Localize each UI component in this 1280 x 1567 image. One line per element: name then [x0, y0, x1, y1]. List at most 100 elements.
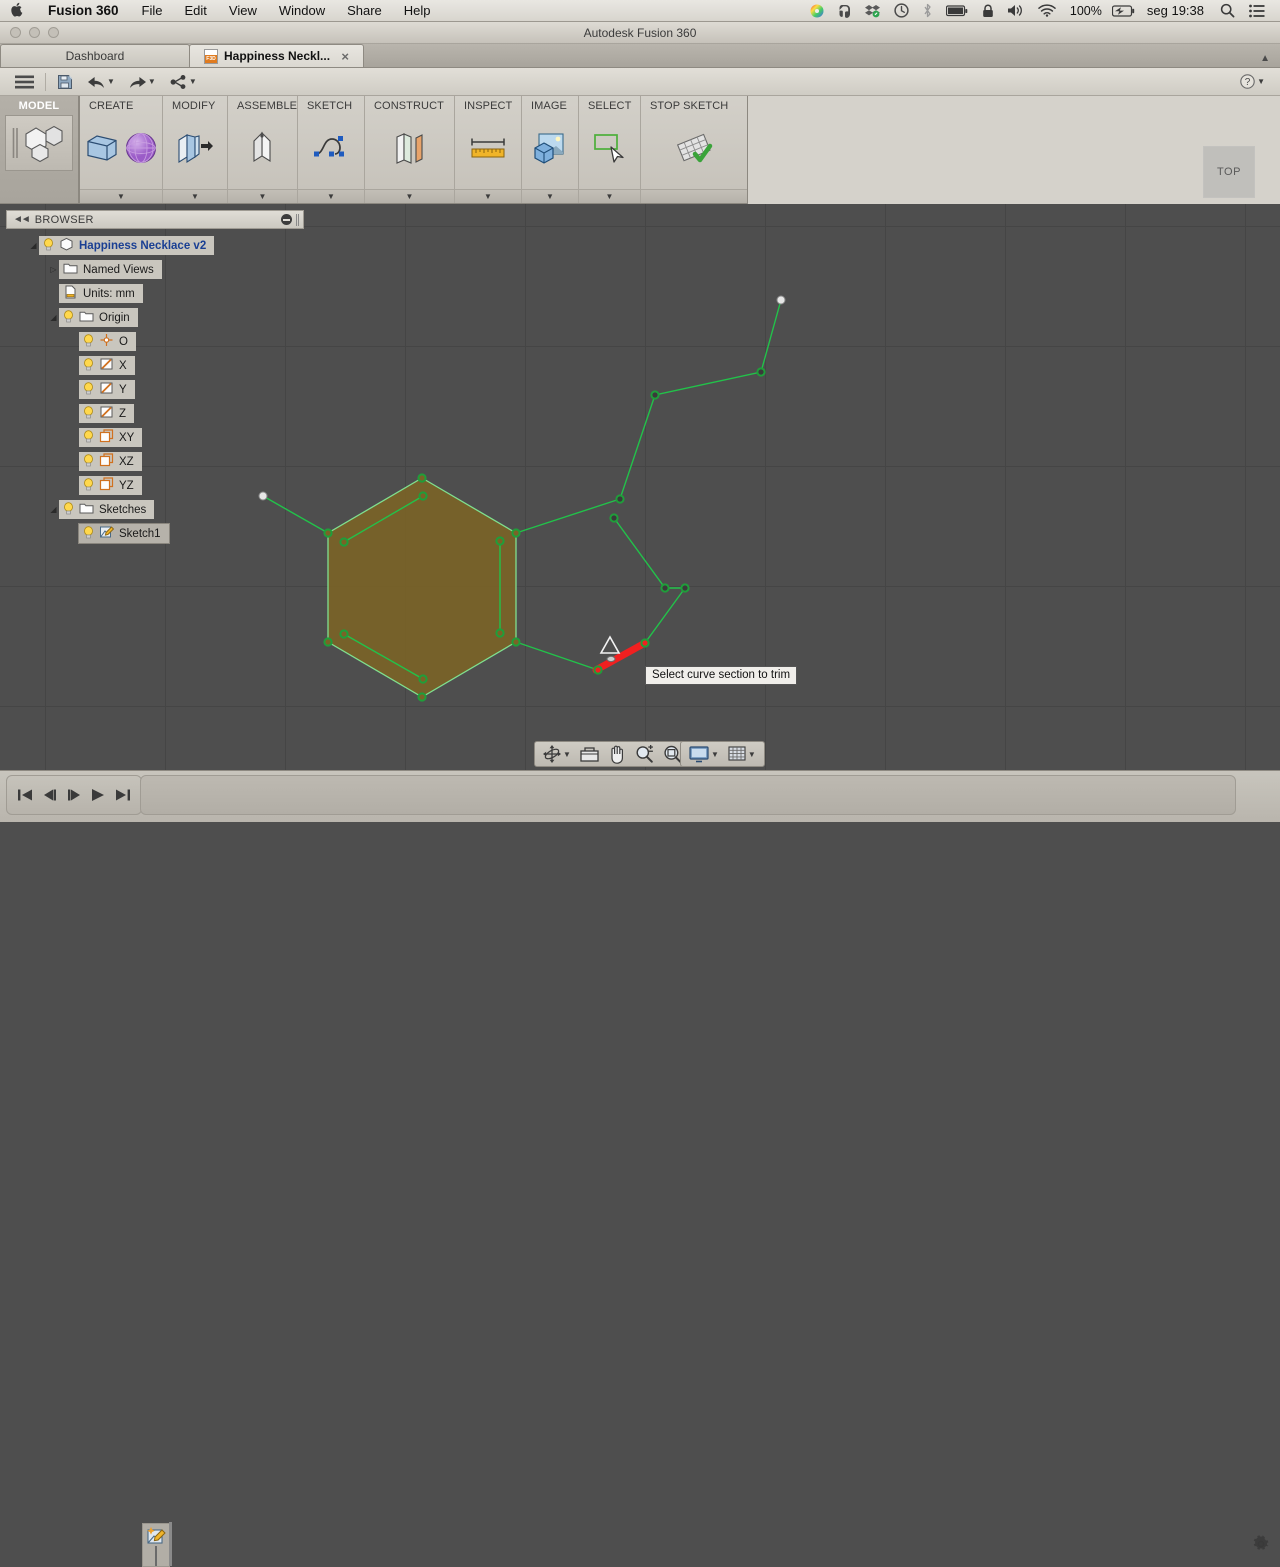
- visibility-toggle[interactable]: [43, 237, 54, 254]
- orbit-icon[interactable]: ▼: [539, 742, 575, 766]
- chevron-down-icon[interactable]: ▼: [563, 750, 571, 759]
- sidebar-item-sketches[interactable]: Sketches: [59, 500, 155, 519]
- chevron-down-icon[interactable]: ▼: [107, 77, 115, 86]
- measure-ruler-icon[interactable]: [470, 135, 506, 166]
- close-button[interactable]: [10, 27, 21, 38]
- spotlight-search-icon[interactable]: [1213, 3, 1242, 18]
- sidebar-item-xz[interactable]: XZ: [79, 452, 142, 471]
- tree-expand-twisty-icon[interactable]: ▷: [48, 265, 59, 274]
- visibility-toggle[interactable]: [83, 477, 94, 494]
- share-nodes-icon[interactable]: ▼: [163, 69, 204, 95]
- sidebar-item-units-mm[interactable]: Units: mm: [59, 284, 143, 303]
- viewcube[interactable]: TOP: [1203, 146, 1255, 198]
- timemachine-icon[interactable]: [887, 3, 916, 18]
- chevron-down-icon[interactable]: ▼: [189, 77, 197, 86]
- sidebar-item-xy[interactable]: XY: [79, 428, 143, 447]
- sphere-icon[interactable]: [125, 132, 157, 169]
- battery-icon[interactable]: [939, 4, 975, 17]
- visibility-toggle[interactable]: [83, 405, 94, 422]
- panel-dropdown-sketch[interactable]: ▼: [298, 189, 364, 203]
- model-workspace-button[interactable]: [5, 115, 73, 171]
- spline-icon[interactable]: [314, 134, 348, 167]
- tab-happiness-necklace[interactable]: Happiness Neckl... ×: [189, 44, 364, 67]
- battery-charging-icon[interactable]: [1105, 4, 1143, 17]
- panel-dropdown-assemble[interactable]: ▼: [228, 189, 297, 203]
- menu-view[interactable]: View: [218, 3, 268, 18]
- box-icon[interactable]: [85, 131, 119, 170]
- close-icon[interactable]: ×: [337, 49, 349, 64]
- window-controls[interactable]: [0, 27, 59, 38]
- tree-expand-twisty-icon[interactable]: ◢: [48, 313, 59, 322]
- skip-back-icon[interactable]: [13, 783, 37, 807]
- panel-dropdown-inspect[interactable]: ▼: [455, 189, 521, 203]
- volume-icon[interactable]: [1001, 4, 1031, 17]
- save-disk-icon[interactable]: [50, 69, 81, 95]
- tree-expand-twisty-icon[interactable]: ◢: [48, 505, 59, 514]
- tree-expand-twisty-icon[interactable]: ◢: [28, 241, 39, 250]
- grid-icon[interactable]: ▼: [724, 742, 760, 766]
- sidebar-item-yz[interactable]: YZ: [79, 476, 142, 495]
- step-back-icon[interactable]: [38, 783, 62, 807]
- play-icon[interactable]: [86, 783, 110, 807]
- timeline-feature-sketch1[interactable]: [142, 1522, 172, 1567]
- circle-minus-icon[interactable]: [281, 214, 292, 225]
- lock-icon[interactable]: [975, 4, 1001, 18]
- visibility-toggle[interactable]: [83, 453, 94, 470]
- menu-help[interactable]: Help: [393, 3, 442, 18]
- evernote-icon[interactable]: [831, 4, 858, 18]
- menu-share[interactable]: Share: [336, 3, 393, 18]
- canvas-image-icon[interactable]: [533, 132, 567, 169]
- panel-grip-icon[interactable]: [296, 213, 299, 226]
- undo-arrow-icon[interactable]: ▼: [81, 69, 122, 95]
- panel-dropdown-create[interactable]: ▼: [80, 189, 162, 203]
- apple-logo-icon[interactable]: [0, 2, 36, 20]
- step-forward-icon[interactable]: [62, 783, 86, 807]
- visibility-toggle[interactable]: [63, 501, 74, 518]
- panel-dropdown-image[interactable]: ▼: [522, 189, 578, 203]
- timeline-track[interactable]: [140, 775, 1236, 815]
- gear-icon[interactable]: [1252, 1535, 1270, 1558]
- visibility-toggle[interactable]: [83, 381, 94, 398]
- notification-center-icon[interactable]: [1242, 4, 1272, 18]
- menu-file[interactable]: File: [131, 3, 174, 18]
- workspace-switcher-model[interactable]: MODEL: [0, 96, 80, 203]
- chevron-down-icon[interactable]: ▼: [1257, 77, 1265, 86]
- colorwheel-icon[interactable]: [803, 4, 831, 18]
- sidebar-item-x[interactable]: X: [79, 356, 135, 375]
- menu-window[interactable]: Window: [268, 3, 336, 18]
- chevron-down-icon[interactable]: ▼: [148, 77, 156, 86]
- tab-overflow-caret-icon[interactable]: ▲: [1260, 53, 1280, 67]
- sidebar-item-z[interactable]: Z: [79, 404, 135, 423]
- select-window-icon[interactable]: [593, 132, 627, 169]
- sidebar-item-sketch1[interactable]: Sketch1: [78, 523, 170, 544]
- zoom-button[interactable]: [48, 27, 59, 38]
- visibility-toggle[interactable]: [83, 333, 94, 350]
- sidebar-item-happiness-necklace-v2[interactable]: Happiness Necklace v2: [39, 236, 215, 255]
- chevron-down-icon[interactable]: ▼: [748, 750, 756, 759]
- visibility-toggle[interactable]: [83, 429, 94, 446]
- visibility-toggle[interactable]: [83, 357, 94, 374]
- monitor-icon[interactable]: ▼: [685, 742, 723, 766]
- menu-edit[interactable]: Edit: [173, 3, 217, 18]
- wifi-icon[interactable]: [1031, 4, 1063, 17]
- panel-dropdown-construct[interactable]: ▼: [365, 189, 454, 203]
- collapse-arrows-icon[interactable]: ◄◄: [7, 214, 35, 225]
- visibility-toggle[interactable]: [63, 309, 74, 326]
- sidebar-item-named-views[interactable]: Named Views: [59, 260, 162, 279]
- visibility-toggle[interactable]: [83, 525, 94, 542]
- offset-plane-icon[interactable]: [393, 131, 427, 170]
- sidebar-item-o[interactable]: O: [79, 332, 136, 351]
- sidebar-item-y[interactable]: Y: [79, 380, 135, 399]
- look-at-icon[interactable]: [576, 742, 603, 766]
- menu-app-name[interactable]: Fusion 360: [36, 3, 131, 18]
- chevron-down-icon[interactable]: ▼: [711, 750, 719, 759]
- panel-dropdown-modify[interactable]: ▼: [163, 189, 227, 203]
- question-mark-icon[interactable]: ? ▼: [1233, 69, 1272, 95]
- zoom-magnifier-icon[interactable]: [631, 742, 658, 766]
- menu-bar-clock[interactable]: seg 19:38: [1143, 3, 1213, 18]
- joint-icon[interactable]: [249, 131, 277, 170]
- dropbox-icon[interactable]: [858, 4, 887, 18]
- hamburger-icon[interactable]: [8, 69, 41, 95]
- stop-sketch-check-icon[interactable]: [674, 132, 714, 169]
- minimize-button[interactable]: [29, 27, 40, 38]
